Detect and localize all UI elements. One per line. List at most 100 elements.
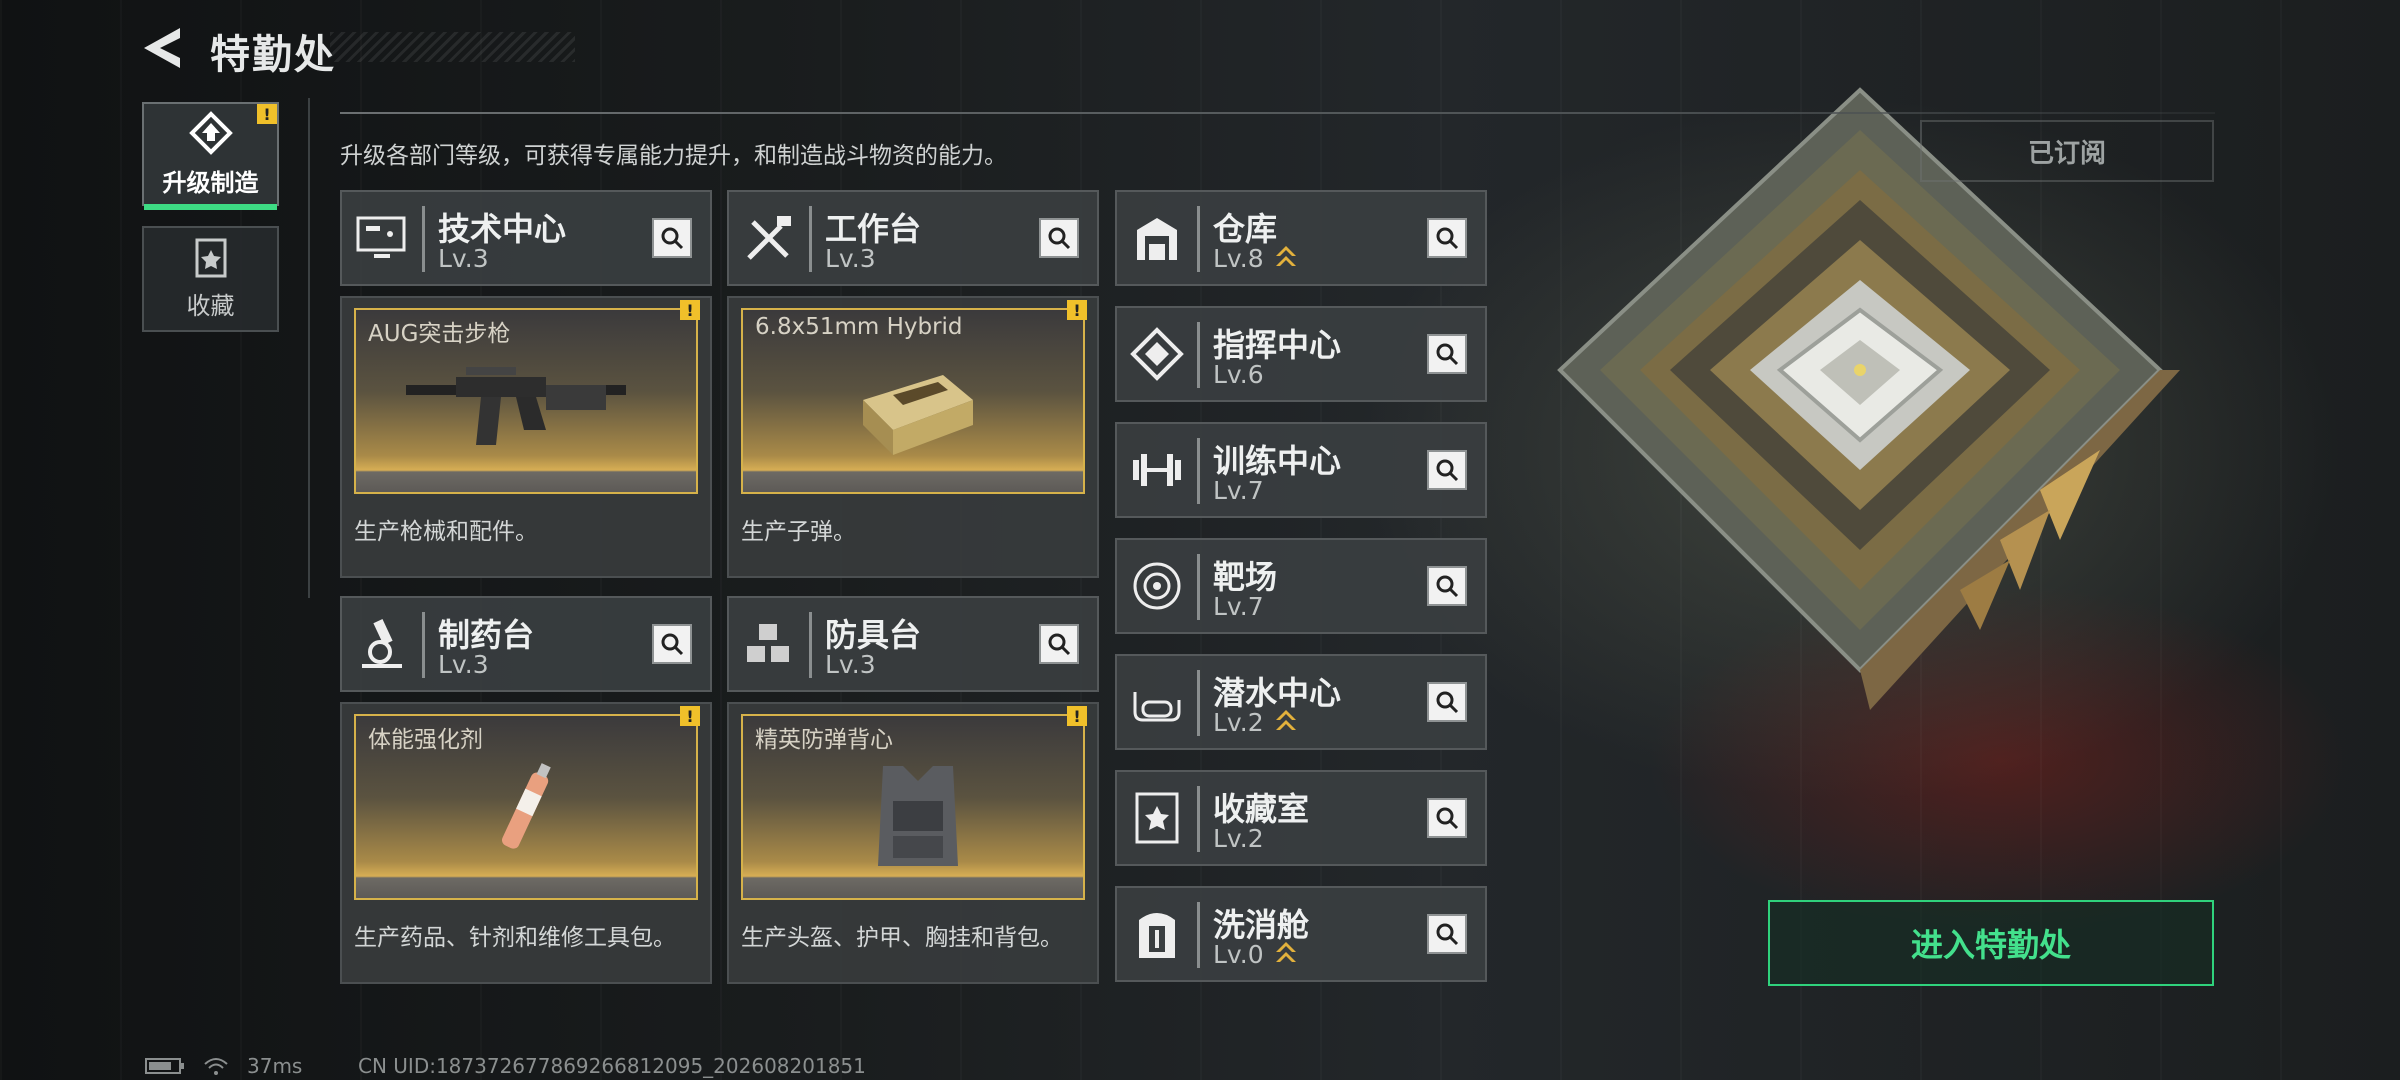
vest-icon bbox=[878, 766, 958, 866]
separator bbox=[1197, 554, 1200, 620]
target-icon bbox=[1133, 562, 1181, 610]
search-button[interactable] bbox=[1427, 218, 1467, 258]
dept-level: Lv.3 bbox=[825, 650, 876, 679]
separator bbox=[809, 612, 812, 678]
dept-pharmacy[interactable]: 制药台 Lv.3 bbox=[340, 596, 712, 692]
dept-side-1[interactable]: 指挥中心 Lv.6 bbox=[1115, 306, 1487, 402]
product-description: 生产子弹。 bbox=[741, 519, 856, 545]
dept-level: Lv.6 bbox=[1213, 360, 1264, 389]
uid-text: CN UID:187372677869266812095_20260820185… bbox=[358, 1054, 866, 1078]
separator bbox=[1197, 206, 1200, 272]
back-button[interactable] bbox=[140, 26, 186, 70]
search-button[interactable] bbox=[652, 218, 692, 258]
separator bbox=[1197, 902, 1200, 968]
ping-text: 37ms bbox=[247, 1054, 303, 1078]
search-icon bbox=[1436, 227, 1459, 250]
dept-tech-center[interactable]: 技术中心 Lv.3 bbox=[340, 190, 712, 286]
divider bbox=[340, 112, 2215, 114]
product-name: 精英防弹背心 bbox=[755, 727, 893, 753]
dept-level: Lv.7 bbox=[1213, 476, 1264, 505]
search-button[interactable] bbox=[1427, 450, 1467, 490]
dept-side-6[interactable]: 洗消舱 Lv.0 bbox=[1115, 886, 1487, 982]
upgrade-icon bbox=[188, 110, 233, 155]
alert-badge: ! bbox=[680, 300, 700, 320]
separator bbox=[809, 206, 812, 272]
search-icon bbox=[661, 227, 684, 250]
product-description: 生产枪械和配件。 bbox=[354, 519, 538, 545]
separator bbox=[1197, 670, 1200, 736]
warehouse-icon bbox=[1137, 218, 1177, 260]
search-button[interactable] bbox=[1427, 798, 1467, 838]
product-name: 体能强化剂 bbox=[368, 727, 483, 753]
product-description: 生产头盔、护甲、胸挂和背包。 bbox=[741, 925, 1063, 951]
microscope-icon bbox=[362, 619, 402, 668]
separator bbox=[422, 206, 425, 272]
product-description: 生产药品、针剂和维修工具包。 bbox=[354, 925, 676, 951]
dept-workbench[interactable]: 工作台 Lv.3 bbox=[727, 190, 1099, 286]
product-image: AUG突击步枪 bbox=[354, 308, 698, 494]
enter-special-ops-button[interactable]: 进入特勤处 bbox=[1768, 900, 2214, 986]
search-button[interactable] bbox=[1427, 334, 1467, 374]
search-icon bbox=[1436, 343, 1459, 366]
search-button[interactable] bbox=[1427, 914, 1467, 954]
search-icon bbox=[661, 633, 684, 656]
dept-level: Lv.7 bbox=[1213, 592, 1264, 621]
title-decoration bbox=[330, 32, 575, 62]
dept-side-4[interactable]: 潜水中心 Lv.2 bbox=[1115, 654, 1487, 750]
search-button[interactable] bbox=[1039, 218, 1079, 258]
collection-room-icon bbox=[1135, 792, 1179, 844]
decon-chamber-icon bbox=[1139, 913, 1175, 958]
dept-side-0[interactable]: 仓库 Lv.8 bbox=[1115, 190, 1487, 286]
dept-level: Lv.2 bbox=[1213, 708, 1264, 737]
product-card-workbench[interactable]: 6.8x51mm Hybrid 生产子弹。 ! bbox=[727, 296, 1099, 578]
rifle-icon bbox=[406, 367, 626, 445]
divider bbox=[308, 98, 310, 598]
subscribed-button[interactable]: 已订阅 bbox=[1920, 120, 2214, 182]
dept-level: Lv.3 bbox=[438, 244, 489, 273]
dept-armor[interactable]: 防具台 Lv.3 bbox=[727, 596, 1099, 692]
search-button[interactable] bbox=[1427, 682, 1467, 722]
alert-badge: ! bbox=[1067, 300, 1087, 320]
status-bar: 37ms bbox=[145, 1054, 302, 1078]
separator bbox=[1197, 786, 1200, 852]
upgrade-available-icon bbox=[1276, 942, 1296, 962]
battery-icon bbox=[145, 1058, 184, 1074]
nav-collection-label: 收藏 bbox=[186, 291, 235, 320]
search-icon bbox=[1436, 459, 1459, 482]
search-button[interactable] bbox=[1039, 624, 1079, 664]
ammo-box-icon bbox=[863, 375, 973, 455]
intro-text: 升级各部门等级，可获得专属能力提升，和制造战斗物资的能力。 bbox=[340, 143, 1007, 169]
armor-blocks-icon bbox=[747, 624, 789, 662]
product-image: 体能强化剂 bbox=[354, 714, 698, 900]
separator bbox=[422, 612, 425, 678]
nav-collection[interactable]: 收藏 bbox=[142, 226, 279, 332]
product-card-armor[interactable]: 精英防弹背心 生产头盔、护甲、胸挂和背包。 ! bbox=[727, 702, 1099, 984]
page-title: 特勤处 bbox=[210, 32, 336, 78]
search-icon bbox=[1436, 923, 1459, 946]
search-icon bbox=[1048, 633, 1071, 656]
product-card-pharmacy[interactable]: 体能强化剂 生产药品、针剂和维修工具包。 ! bbox=[340, 702, 712, 984]
search-icon bbox=[1436, 575, 1459, 598]
dept-level: Lv.8 bbox=[1213, 244, 1264, 273]
monitor-icon bbox=[356, 216, 406, 258]
product-image: 6.8x51mm Hybrid bbox=[741, 308, 1085, 494]
product-name: AUG突击步枪 bbox=[368, 321, 511, 347]
upgrade-available-icon bbox=[1276, 710, 1296, 730]
tools-icon bbox=[747, 216, 791, 260]
dumbbell-icon bbox=[1133, 454, 1181, 486]
command-center-icon bbox=[1130, 327, 1184, 381]
product-card-tech[interactable]: AUG突击步枪 生产枪械和配件。 ! bbox=[340, 296, 712, 578]
dept-side-5[interactable]: 收藏室 Lv.2 bbox=[1115, 770, 1487, 866]
nav-upgrade-craft-label: 升级制造 bbox=[162, 168, 259, 197]
dept-side-2[interactable]: 训练中心 Lv.7 bbox=[1115, 422, 1487, 518]
nav-upgrade-craft[interactable]: 升级制造 ! bbox=[142, 102, 279, 210]
alert-badge: ! bbox=[680, 706, 700, 726]
alert-badge: ! bbox=[1067, 706, 1087, 726]
separator bbox=[1197, 438, 1200, 504]
search-button[interactable] bbox=[652, 624, 692, 664]
wifi-icon bbox=[204, 1058, 228, 1075]
search-button[interactable] bbox=[1427, 566, 1467, 606]
syringe-icon bbox=[502, 763, 551, 849]
dept-side-3[interactable]: 靶场 Lv.7 bbox=[1115, 538, 1487, 634]
dept-level: Lv.2 bbox=[1213, 824, 1264, 853]
